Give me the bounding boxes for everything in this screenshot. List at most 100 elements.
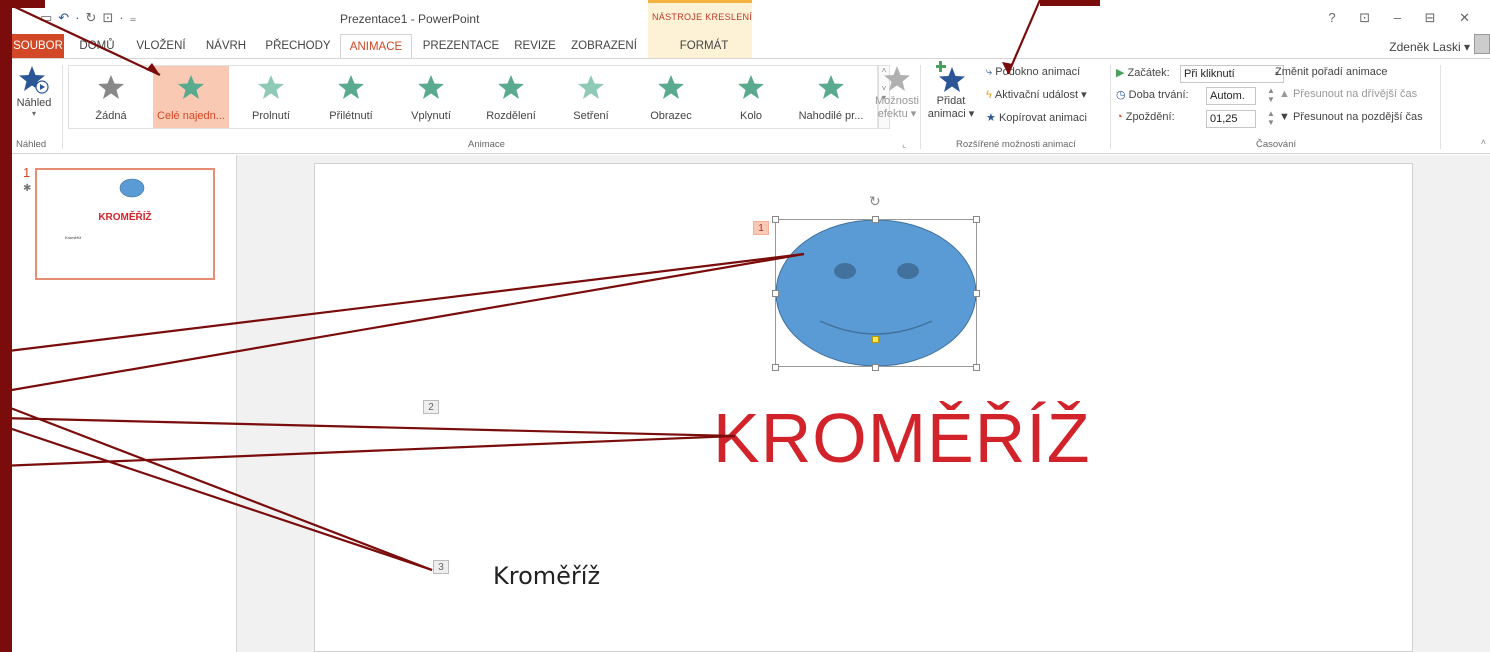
duration-field[interactable]: Autom.: [1206, 87, 1256, 105]
animation-gallery-label: Nahodilé pr...: [798, 110, 864, 122]
delay-label: ◔ Zpoždění:: [1116, 111, 1175, 123]
rotate-handle-icon[interactable]: ↻: [869, 193, 881, 210]
tab-review[interactable]: REVIZE: [508, 34, 562, 58]
delay-spinner[interactable]: ▲ ▼: [1267, 109, 1275, 127]
resize-handle[interactable]: [772, 364, 779, 371]
context-tab-title: NÁSTROJE KRESLENÍ: [652, 12, 753, 22]
move-earlier-button[interactable]: ▲ Přesunout na dřívější čas: [1279, 88, 1417, 100]
start-select[interactable]: Při kliknutí ▾: [1180, 65, 1284, 83]
group-separator: [62, 65, 63, 149]
tab-view[interactable]: ZOBRAZENÍ: [564, 34, 644, 58]
group-separator: [920, 65, 921, 149]
ribbon: Náhled ▾ Náhled Žádná Celé najedn... Proln…: [12, 58, 1490, 154]
quick-access-toolbar: ▭↶·↻⊡·₌: [40, 10, 143, 26]
arrow-down-icon: ▼: [1279, 111, 1290, 123]
slide-title[interactable]: KROMĚŘÍŽ: [713, 398, 1090, 478]
preview-button[interactable]: Náhled ▾: [14, 65, 54, 118]
preview-dropdown-icon[interactable]: ▾: [14, 109, 54, 118]
animation-gallery-label: Přilétnutí: [329, 110, 373, 122]
dialog-launcher-icon[interactable]: ⌞: [902, 139, 906, 150]
star-icon: [178, 75, 204, 99]
add-animation-label-1: Přidat: [936, 95, 966, 107]
tab-insert[interactable]: VLOŽENÍ: [128, 34, 194, 58]
animation-gallery-item[interactable]: Žádná: [73, 66, 149, 128]
animations-group-label: Animace: [468, 139, 505, 150]
star-icon: [98, 75, 124, 99]
star-icon: [498, 75, 524, 99]
save-icon[interactable]: ▭: [40, 10, 58, 25]
tab-format[interactable]: FORMÁT: [652, 34, 756, 58]
advanced-group-label: Rozšířené možnosti animací: [956, 139, 1076, 150]
tab-home[interactable]: DOMŮ: [70, 34, 124, 58]
resize-handle[interactable]: [872, 216, 879, 223]
tab-animations[interactable]: ANIMACE: [340, 34, 412, 58]
resize-handle[interactable]: [872, 364, 879, 371]
animation-painter-button[interactable]: ★ Kopírovat animaci: [986, 111, 1087, 124]
user-name[interactable]: Zdeněk Laski ▾: [1389, 40, 1470, 54]
group-separator: [1110, 65, 1111, 149]
duration-spinner[interactable]: ▲ ▼: [1267, 86, 1275, 104]
effect-options-label-2: efektu ▾: [877, 108, 917, 120]
animation-gallery-item[interactable]: Kolo: [713, 66, 789, 128]
animation-gallery-item[interactable]: Vplynutí: [393, 66, 469, 128]
effect-options-label-1: Možnosti: [874, 95, 920, 107]
clock-icon: ◷: [1116, 89, 1126, 101]
animation-gallery-item[interactable]: Celé najedn...: [153, 66, 229, 128]
thumbnail-subtitle: Kroměříž: [65, 235, 82, 240]
window-controls[interactable]: ? ⊡ – ⊟ ✕: [1328, 10, 1480, 26]
animation-tag-1[interactable]: 1: [753, 221, 769, 235]
add-animation-button[interactable]: Přidat animaci ▾: [926, 61, 976, 120]
star-icon: [738, 75, 764, 99]
resize-handle[interactable]: [973, 290, 980, 297]
animation-tag-3[interactable]: 3: [433, 560, 449, 574]
animation-gallery-item[interactable]: Nahodilé pr...: [793, 66, 869, 128]
animation-gallery-item[interactable]: Přilétnutí: [313, 66, 389, 128]
resize-handle[interactable]: [973, 364, 980, 371]
thumbnail-smiley: [119, 178, 145, 198]
tab-transitions[interactable]: PŘECHODY: [258, 34, 338, 58]
collapse-ribbon-icon[interactable]: ˄: [1481, 137, 1486, 147]
slide-thumbnail[interactable]: KROMĚŘÍŽ Kroměříž: [35, 168, 215, 280]
animation-gallery-item[interactable]: Obrazec: [633, 66, 709, 128]
group-separator: [1440, 65, 1441, 149]
thumbnail-title: KROMĚŘÍŽ: [98, 212, 152, 223]
animation-gallery-item[interactable]: Rozdělení: [473, 66, 549, 128]
preview-star-icon: [19, 66, 49, 94]
tab-slideshow[interactable]: PREZENTACE: [416, 34, 506, 58]
play-icon: ▶: [1116, 67, 1125, 79]
move-later-button[interactable]: ▼ Přesunout na pozdější čas: [1279, 111, 1423, 123]
undo-icon[interactable]: ↶·: [58, 10, 85, 25]
animation-gallery-label: Vplynutí: [411, 110, 451, 122]
animation-gallery-item[interactable]: Prolnutí: [233, 66, 309, 128]
animation-gallery-label: Celé najedn...: [157, 110, 225, 122]
animation-pane-icon: ⤷: [986, 66, 993, 78]
star-icon: [658, 75, 684, 99]
redo-icon[interactable]: ↻: [86, 10, 103, 25]
frame-left: [0, 0, 12, 652]
slide-body-text[interactable]: Kroměříž: [493, 562, 600, 590]
preview-label: Náhled: [16, 97, 52, 109]
adjust-handle[interactable]: [872, 336, 879, 343]
arrow-up-icon: ▲: [1279, 88, 1290, 100]
star-icon: [418, 75, 444, 99]
animation-gallery-item[interactable]: Setření: [553, 66, 629, 128]
start-slideshow-icon[interactable]: ⊡·: [102, 10, 129, 25]
avatar[interactable]: [1474, 34, 1490, 54]
customize-qat-icon[interactable]: ₌: [130, 10, 143, 25]
resize-handle[interactable]: [973, 216, 980, 223]
tab-file[interactable]: SOUBOR: [12, 34, 64, 58]
effect-options-button[interactable]: Možnosti efektu ▾: [872, 65, 922, 120]
star-icon: [818, 75, 844, 99]
tab-design[interactable]: NÁVRH: [198, 34, 254, 58]
trigger-button[interactable]: ϟ Aktivační událost ▾: [986, 88, 1087, 101]
resize-handle[interactable]: [772, 216, 779, 223]
animation-gallery-label: Kolo: [739, 110, 763, 122]
animation-pane-button[interactable]: ⤷ Podokno animací: [986, 66, 1080, 79]
resize-handle[interactable]: [772, 290, 779, 297]
duration-label: ◷ Doba trvání:: [1116, 89, 1189, 101]
animation-gallery-label: Rozdělení: [486, 110, 536, 122]
delay-field[interactable]: 01,25: [1206, 110, 1256, 128]
animation-tag-2[interactable]: 2: [423, 400, 439, 414]
add-animation-icon: [936, 61, 965, 92]
animation-gallery-label: Prolnutí: [252, 110, 290, 122]
